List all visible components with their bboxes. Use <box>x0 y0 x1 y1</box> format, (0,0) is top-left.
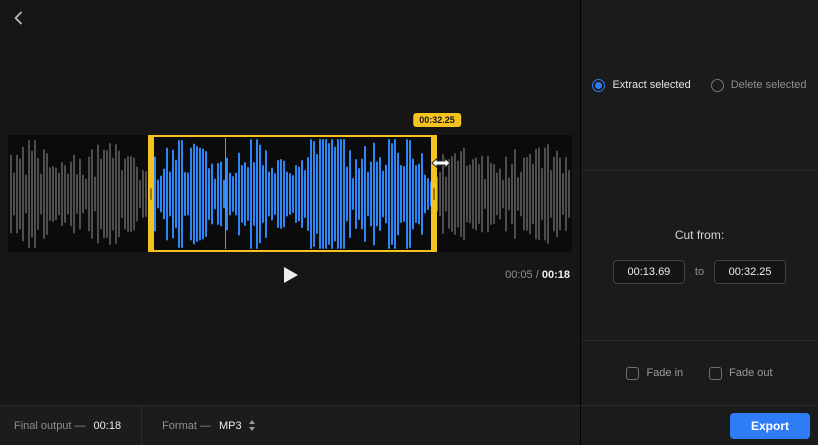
cut-range-row: to <box>613 260 786 284</box>
fade-in-checkbox[interactable]: Fade in <box>626 367 683 380</box>
mode-section: Extract selected Delete selected <box>581 0 818 170</box>
checkbox-icon <box>709 367 722 380</box>
cut-end-input[interactable] <box>714 260 786 284</box>
play-icon <box>284 267 298 283</box>
back-button[interactable] <box>8 8 30 30</box>
cut-section: Cut from: to <box>581 171 818 340</box>
format-label: Format — <box>162 420 211 432</box>
waveform-container[interactable]: 00:32.25 <box>8 135 572 252</box>
bottom-bar: Final output — 00:18 Format — MP3 Export <box>0 405 818 445</box>
fade-out-checkbox[interactable]: Fade out <box>709 367 772 380</box>
checkbox-icon <box>626 367 639 380</box>
radio-unselected-icon <box>711 79 724 92</box>
chevron-left-icon <box>10 9 28 27</box>
playback-controls: 00:05 / 00:18 <box>0 262 580 288</box>
checkbox-label: Fade out <box>729 367 772 379</box>
format-select[interactable]: MP3 <box>219 420 255 432</box>
final-output-label: Final output — <box>14 420 86 432</box>
selection-handle-left[interactable] <box>148 137 154 250</box>
final-output-value: 00:18 <box>94 420 122 432</box>
bottom-bar-divider <box>141 406 142 445</box>
output-info: Final output — 00:18 Format — MP3 <box>0 406 580 445</box>
cut-start-input[interactable] <box>613 260 685 284</box>
radio-selected-icon <box>592 79 605 92</box>
radio-label: Delete selected <box>731 79 807 91</box>
radio-label: Extract selected <box>612 79 690 91</box>
handle-grip <box>433 188 435 200</box>
cut-from-label: Cut from: <box>675 228 724 242</box>
play-button[interactable] <box>277 262 303 288</box>
to-label: to <box>695 266 704 278</box>
selection-region[interactable] <box>148 135 437 252</box>
export-area: Export <box>580 406 818 445</box>
total-time: 00:18 <box>542 269 570 281</box>
checkbox-label: Fade in <box>646 367 683 379</box>
fade-section: Fade in Fade out <box>581 341 818 405</box>
radio-delete-selected[interactable]: Delete selected <box>711 79 807 92</box>
settings-sidebar: Extract selected Delete selected Cut fro… <box>580 0 818 405</box>
selection-handle-right[interactable] <box>431 137 437 250</box>
resize-cursor-icon <box>431 156 451 170</box>
audio-cutter-app: 00:32.25 00:05 / 00:18 Extract selected <box>0 0 818 445</box>
editor-main: 00:32.25 00:05 / 00:18 <box>0 0 580 405</box>
current-time: 00:05 <box>505 269 533 281</box>
radio-extract-selected[interactable]: Extract selected <box>592 79 690 92</box>
selection-time-tooltip: 00:32.25 <box>413 113 461 127</box>
format-value: MP3 <box>219 420 242 432</box>
time-display: 00:05 / 00:18 <box>505 269 570 281</box>
handle-grip <box>150 188 152 200</box>
export-button[interactable]: Export <box>730 413 810 439</box>
up-down-arrows-icon[interactable] <box>249 420 255 431</box>
